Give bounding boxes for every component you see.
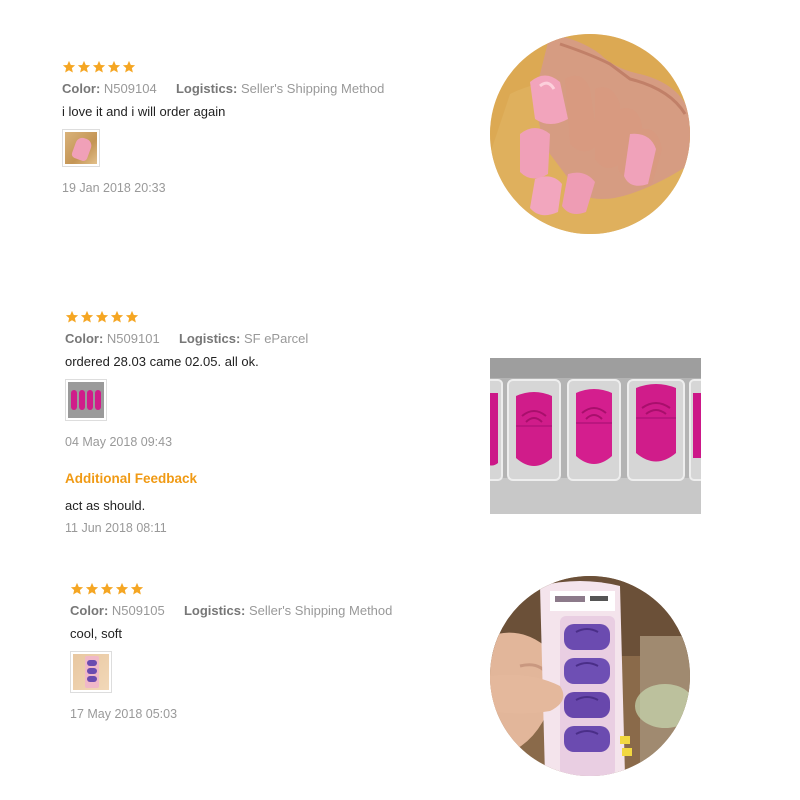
star-icon: [80, 310, 94, 324]
review-meta: Color: N509104 Logistics: Seller's Shipp…: [62, 81, 384, 96]
review-date: 04 May 2018 09:43: [65, 435, 173, 449]
review-2: Color: N509101 Logistics: SF eParcel ord…: [65, 310, 308, 535]
logistics-value: Seller's Shipping Method: [240, 81, 385, 96]
review-date: 17 May 2018 05:03: [70, 707, 178, 721]
star-icon: [92, 60, 106, 74]
star-icon: [95, 310, 109, 324]
star-icon: [100, 582, 114, 596]
star-icon: [115, 582, 129, 596]
logistics-label: Logistics:: [175, 81, 238, 96]
star-rating: [70, 582, 392, 598]
star-icon: [125, 310, 139, 324]
review-text: cool, soft: [70, 626, 123, 641]
color-value: N509104: [103, 81, 157, 96]
review-photo-pink-caps[interactable]: [490, 34, 690, 234]
review-photo-purple-caps[interactable]: [490, 576, 690, 776]
star-icon: [107, 60, 121, 74]
star-icon: [130, 582, 144, 596]
review-thumbnail[interactable]: [70, 651, 112, 693]
color-value: N509105: [111, 603, 165, 618]
star-icon: [77, 60, 91, 74]
color-label: Color:: [65, 331, 104, 346]
star-icon: [122, 60, 136, 74]
color-value: N509101: [106, 331, 160, 346]
review-text: i love it and i will order again: [62, 104, 226, 119]
star-icon: [110, 310, 124, 324]
star-icon: [85, 582, 99, 596]
star-icon: [65, 310, 79, 324]
review-text: ordered 28.03 came 02.05. all ok.: [65, 354, 259, 369]
additional-feedback-text: act as should.: [65, 498, 146, 513]
color-label: Color:: [62, 81, 101, 96]
review-meta: Color: N509105 Logistics: Seller's Shipp…: [70, 603, 392, 618]
logistics-value: SF eParcel: [243, 331, 309, 346]
logistics-value: Seller's Shipping Method: [248, 603, 393, 618]
review-3: Color: N509105 Logistics: Seller's Shipp…: [70, 582, 392, 721]
additional-feedback-date: 11 Jun 2018 08:11: [65, 521, 167, 535]
review-1: Color: N509104 Logistics: Seller's Shipp…: [62, 60, 384, 195]
review-photo-magenta-caps[interactable]: [490, 358, 701, 514]
additional-feedback-title: Additional Feedback: [65, 471, 198, 486]
logistics-label: Logistics:: [183, 603, 246, 618]
star-icon: [62, 60, 76, 74]
review-thumbnail[interactable]: [65, 379, 107, 421]
logistics-label: Logistics:: [178, 331, 241, 346]
review-date: 19 Jan 2018 20:33: [62, 181, 166, 195]
star-rating: [62, 60, 384, 76]
review-thumbnail[interactable]: [62, 129, 100, 167]
review-meta: Color: N509101 Logistics: SF eParcel: [65, 331, 308, 346]
color-label: Color:: [70, 603, 109, 618]
star-icon: [70, 582, 84, 596]
star-rating: [65, 310, 308, 326]
